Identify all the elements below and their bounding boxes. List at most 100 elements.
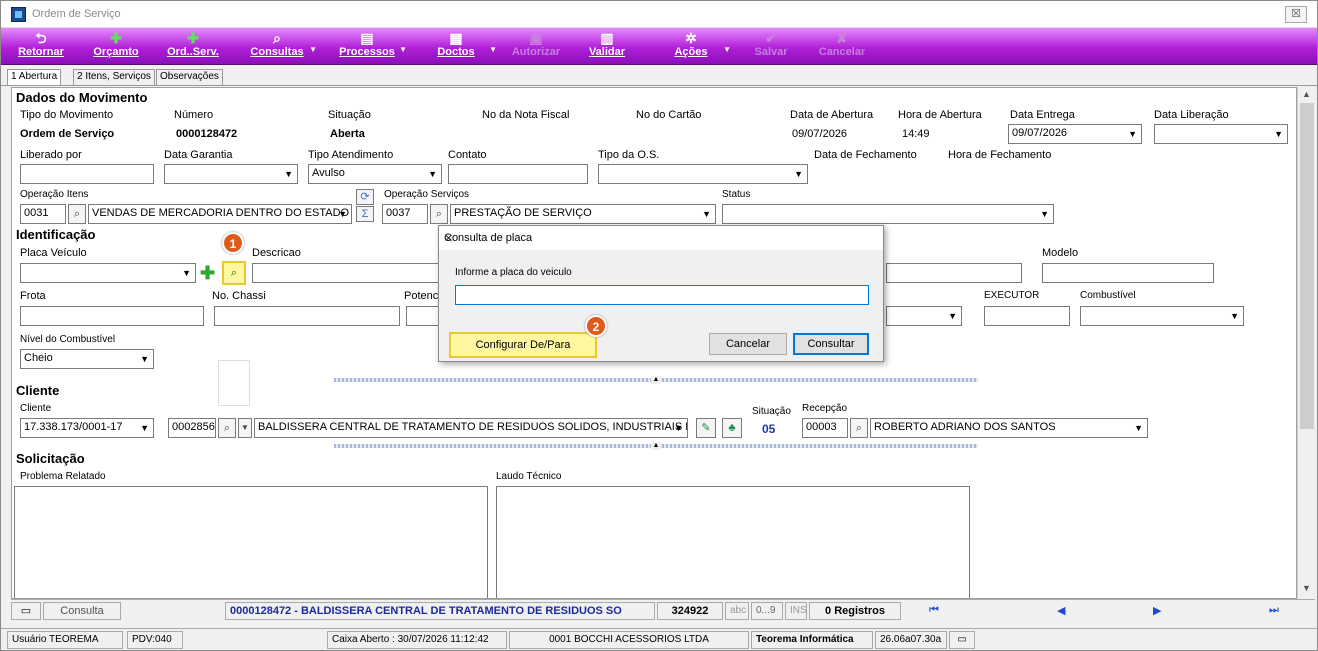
data-liberacao-select[interactable]: ▼ xyxy=(1154,124,1288,144)
close-window-button[interactable]: ☒ xyxy=(1285,6,1307,23)
dialog-cancel-button[interactable]: Cancelar xyxy=(709,333,787,355)
placa-veiculo-select[interactable]: ▼ xyxy=(20,263,196,283)
operacao-itens-code[interactable]: 0031 xyxy=(20,204,66,224)
nivel-combustivel-select[interactable]: Cheio ▼ xyxy=(20,349,154,369)
tab-itens-servicos[interactable]: 2 Itens, Serviços xyxy=(73,69,155,85)
combustivel-select[interactable]: ▼ xyxy=(1080,306,1244,326)
processos-button[interactable]: ▤ Processos ▼ xyxy=(327,28,407,65)
cliente-cnpj-select[interactable]: 17.338.173/0001-17 ▼ xyxy=(20,418,154,438)
section-cliente-title: Cliente xyxy=(16,383,60,398)
chevron-down-icon: ▼ xyxy=(338,209,347,219)
modelo-label: Modelo xyxy=(1042,247,1079,259)
orcamento-button[interactable]: ✚ Orçamto xyxy=(81,28,151,65)
scroll-thumb[interactable] xyxy=(1300,103,1314,429)
cliente-codigo[interactable]: 0002856 xyxy=(168,418,216,438)
data-garantia-select[interactable]: ▼ xyxy=(164,164,298,184)
placa-input[interactable] xyxy=(455,285,869,305)
recepcao-select[interactable]: ROBERTO ADRIANO DOS SANTOS ▼ xyxy=(870,418,1148,438)
caixa-status: Caixa Aberto : 30/07/2026 11:12:42 xyxy=(327,631,507,649)
data-entrega-select[interactable]: 09/07/2026 ▼ xyxy=(1008,124,1142,144)
numero-label: Número xyxy=(174,109,214,121)
recepcao-code[interactable]: 00003 xyxy=(802,418,848,438)
search-icon[interactable]: ⌕ xyxy=(430,204,448,224)
prev-record-icon[interactable]: ◀ xyxy=(1057,604,1065,617)
consulta-button[interactable]: Consulta xyxy=(43,602,121,620)
search-icon[interactable]: ⌕ xyxy=(218,418,236,438)
validar-button[interactable]: ▥ Validar xyxy=(577,28,637,65)
usuario-status: Usuário TEOREMA xyxy=(7,631,123,649)
splitter-identificacao[interactable]: ▲ xyxy=(334,376,978,384)
current-record-label: 0000128472 - BALDISSERA CENTRAL DE TRATA… xyxy=(225,602,655,620)
document-edit-icon[interactable]: ✎ xyxy=(696,418,716,438)
last-record-icon[interactable]: ⏭ xyxy=(1269,604,1279,617)
nivel-combustivel-label: Nível do Combustível xyxy=(20,334,116,345)
tipo-atendimento-select[interactable]: Avulso ▼ xyxy=(308,164,442,184)
retornar-button[interactable]: ⮌ Retornar xyxy=(11,28,71,65)
money-bag-icon[interactable]: ♣ xyxy=(722,418,742,438)
search-plate-icon[interactable]: ⌕ xyxy=(222,261,246,285)
search-icon[interactable]: ⌕ xyxy=(850,418,868,438)
laudo-textarea[interactable] xyxy=(496,486,970,598)
plus-icon: ✚ xyxy=(187,30,199,46)
chevron-down-icon: ▼ xyxy=(948,311,957,321)
close-icon[interactable]: ✕ xyxy=(444,232,877,245)
cliente-nome-select[interactable]: BALDISSERA CENTRAL DE TRATAMENTO DE RESI… xyxy=(254,418,688,438)
problema-textarea[interactable] xyxy=(14,486,488,598)
autorizar-button[interactable]: ▣ Autorizar xyxy=(501,28,571,65)
marca-input[interactable] xyxy=(886,263,1022,283)
descricao-input[interactable] xyxy=(252,263,440,283)
tipo-os-select[interactable]: ▼ xyxy=(598,164,808,184)
search-icon[interactable]: ⌕ xyxy=(68,204,86,224)
tipo-atendimento-label: Tipo Atendimento xyxy=(308,149,394,161)
liberado-por-input[interactable] xyxy=(20,164,154,184)
keyboard-icon: ▭ xyxy=(949,631,975,649)
dialog-consultar-button[interactable]: Consultar xyxy=(793,333,869,355)
app-window: Ordem de Serviço ☒ ⮌ Retornar ✚ Orçamto ✚ O… xyxy=(0,0,1318,651)
chevron-down-icon: ▼ xyxy=(489,45,497,54)
add-plate-plus-icon[interactable]: ✚ xyxy=(200,264,218,282)
sigma-icon[interactable]: Σ xyxy=(356,206,374,222)
chevron-down-icon: ▼ xyxy=(1040,209,1049,219)
vertical-scrollbar[interactable]: ▲ ▼ xyxy=(1297,87,1315,599)
ord-serv-button[interactable]: ✚ Ord..Serv. xyxy=(157,28,229,65)
ins-indicator: INS xyxy=(785,602,807,620)
tipo-os-label: Tipo da O.S. xyxy=(598,149,660,161)
splitter-cliente[interactable]: ▲ xyxy=(334,442,978,450)
contato-input[interactable] xyxy=(448,164,588,184)
tab-observacoes[interactable]: Observações xyxy=(156,69,223,85)
keyboard-icon[interactable]: ▭ xyxy=(11,602,41,620)
section-solicitacao-title: Solicitação xyxy=(16,451,85,466)
refresh-icon[interactable]: ⟳ xyxy=(356,189,374,205)
doctos-button[interactable]: ▦ Doctos ▼ xyxy=(415,28,497,65)
acoes-button[interactable]: ✲ Ações ▼ xyxy=(651,28,731,65)
chevron-down-icon[interactable]: ▼ xyxy=(238,418,252,438)
frota-input[interactable] xyxy=(20,306,204,326)
document-icon: ▤ xyxy=(360,30,374,46)
tab-abertura[interactable]: 1 Abertura xyxy=(7,69,62,85)
consultas-button[interactable]: ⌕ Consultas ▼ xyxy=(237,28,317,65)
situacao-label: Situação xyxy=(328,109,371,121)
chassi-input[interactable] xyxy=(214,306,400,326)
operacao-servicos-code[interactable]: 0037 xyxy=(382,204,428,224)
salvar-button[interactable]: ✔ Salvar xyxy=(741,28,801,65)
cancelar-toolbar-button[interactable]: ✘ Cancelar xyxy=(809,28,875,65)
modelo-input[interactable] xyxy=(1042,263,1214,283)
scroll-up-icon[interactable]: ▲ xyxy=(1302,89,1311,99)
configurar-de-para-button[interactable]: Configurar De/Para xyxy=(449,332,597,358)
operacao-itens-select[interactable]: VENDAS DE MERCADORIA DENTRO DO ESTADO ▼ xyxy=(88,204,352,224)
executor-input[interactable] xyxy=(984,306,1070,326)
operacao-servicos-select[interactable]: PRESTAÇÃO DE SERVIÇO ▼ xyxy=(450,204,716,224)
docs-icon: ▦ xyxy=(449,30,463,46)
data-garantia-label: Data Garantia xyxy=(164,149,233,161)
chevron-down-icon: ▼ xyxy=(1230,311,1239,321)
next-record-icon[interactable]: ▶ xyxy=(1153,604,1161,617)
potencia-input[interactable] xyxy=(406,306,442,326)
chevron-down-icon: ▼ xyxy=(723,45,731,54)
status-select[interactable]: ▼ xyxy=(722,204,1054,224)
record-id: 324922 xyxy=(657,602,723,620)
first-record-icon[interactable]: ⏮ xyxy=(929,604,939,617)
placa-veiculo-label: Placa Veículo xyxy=(20,247,87,259)
scroll-down-icon[interactable]: ▼ xyxy=(1302,583,1311,593)
cor-select[interactable]: ▼ xyxy=(886,306,962,326)
chevron-down-icon: ▼ xyxy=(399,45,407,54)
